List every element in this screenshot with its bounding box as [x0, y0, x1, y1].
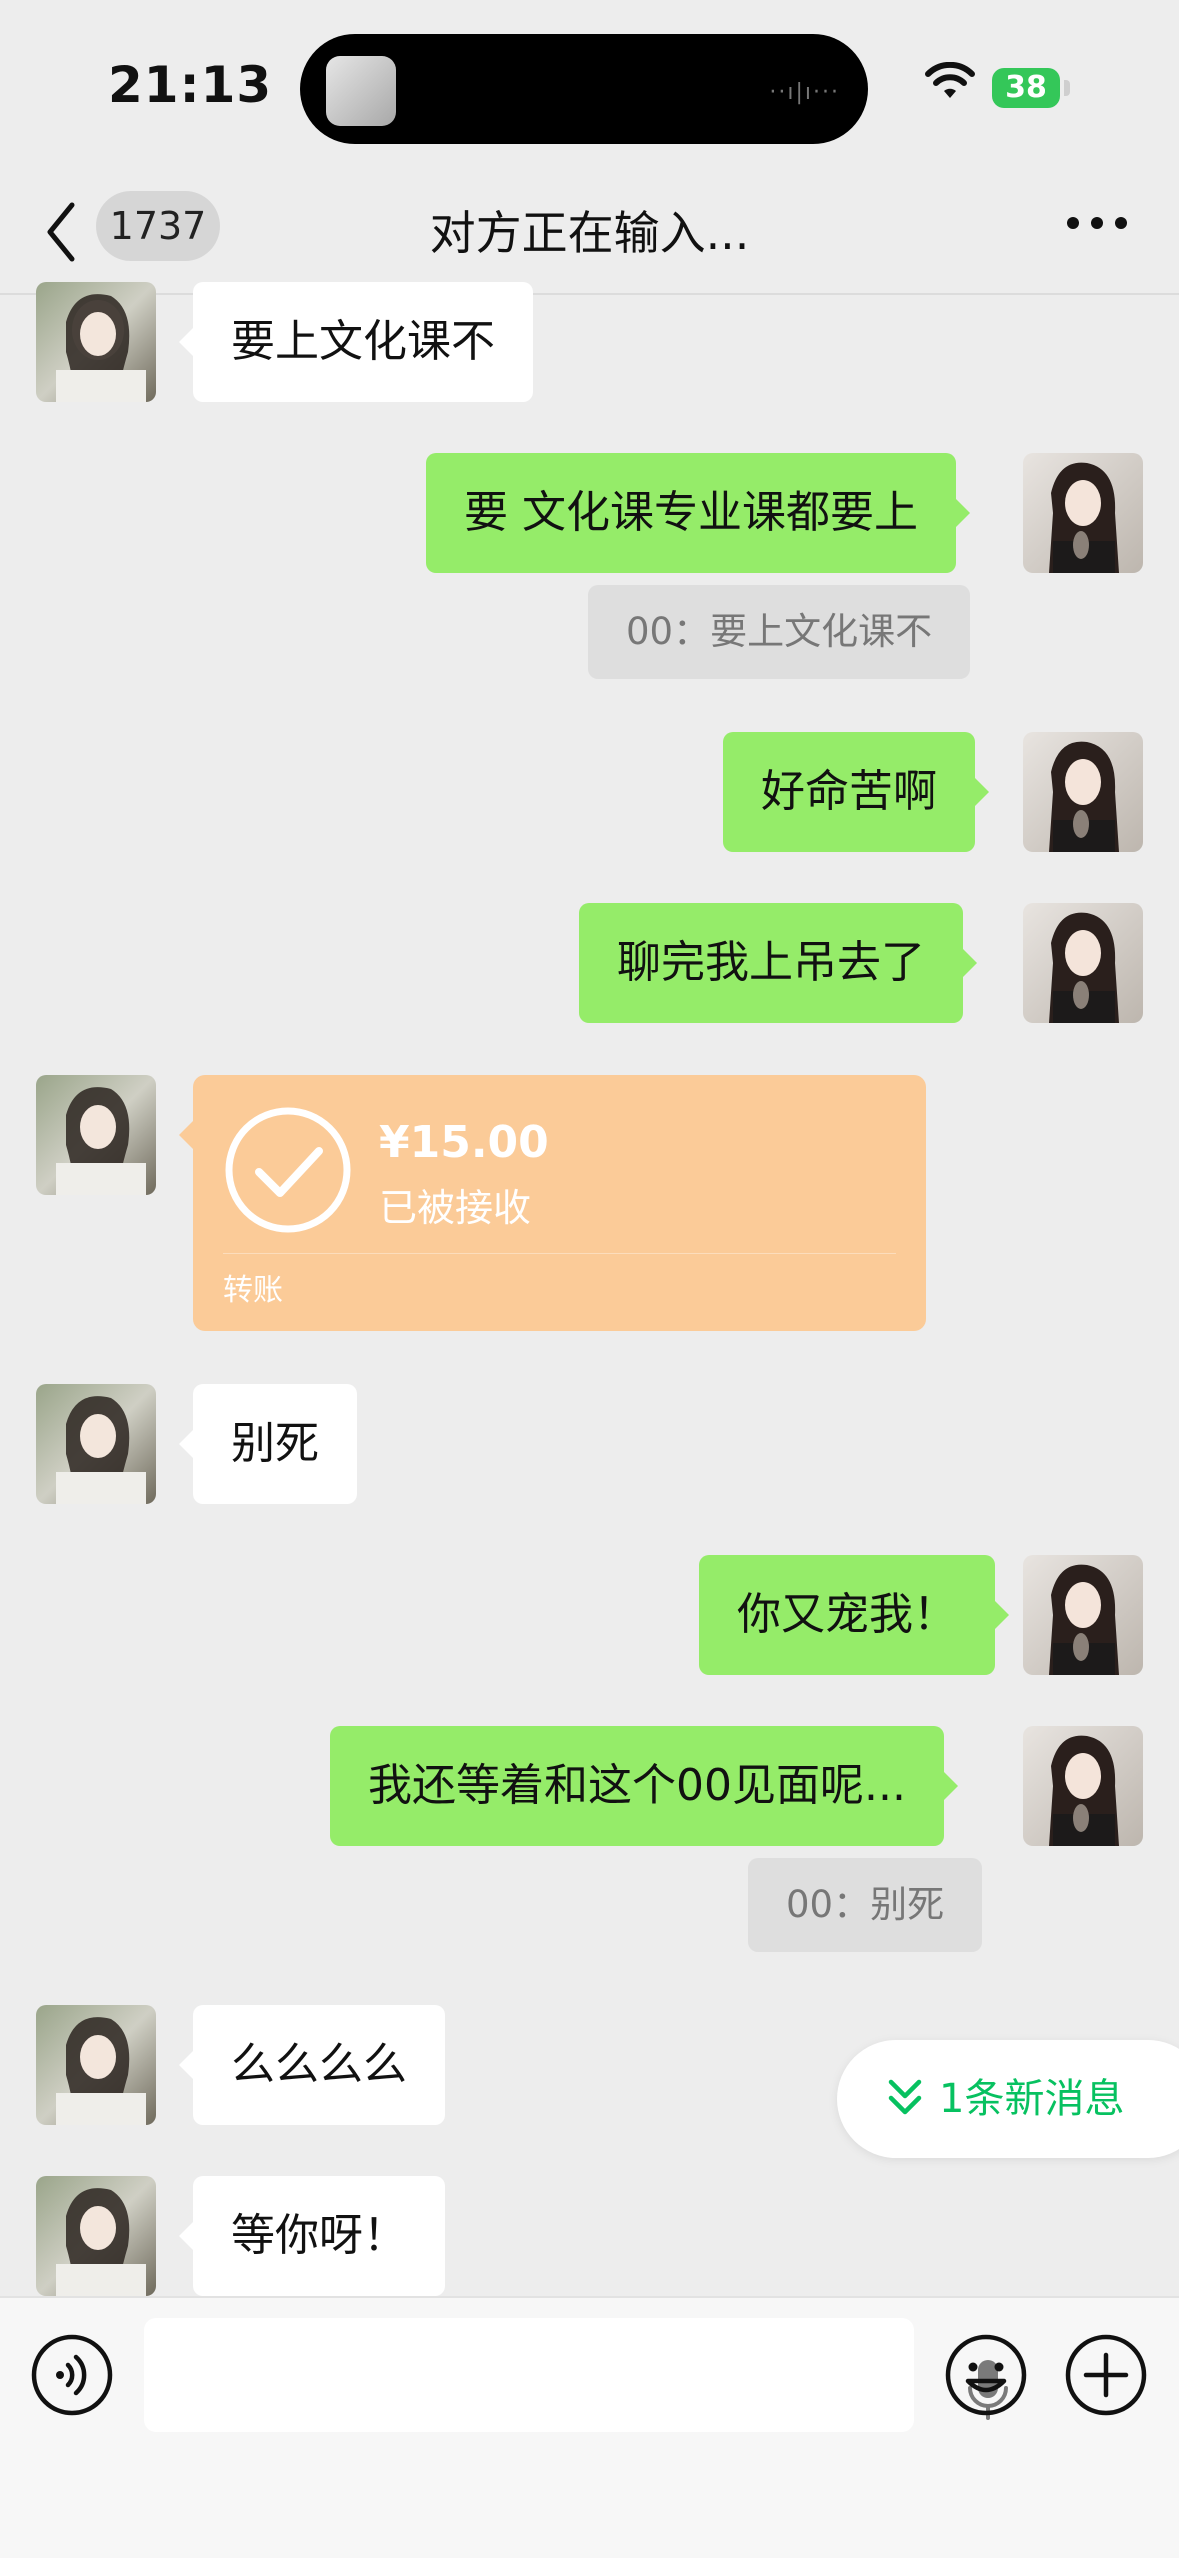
- voice-mode-icon[interactable]: [30, 2333, 114, 2417]
- transfer-divider: [223, 1253, 896, 1254]
- message-bubble-received[interactable]: 别死: [179, 1384, 357, 1504]
- transfer-label: 转账: [223, 1273, 283, 1308]
- live-activity-thumbnail: [326, 56, 396, 126]
- back-chevron-icon[interactable]: [40, 197, 80, 267]
- chat-header: 对方正在输入... 1737: [0, 175, 1179, 295]
- battery-level: 38: [1005, 70, 1047, 105]
- double-chevron-down-icon: [888, 2079, 922, 2115]
- message-bubble-received[interactable]: 要上文化课不: [179, 282, 533, 402]
- my-avatar[interactable]: [1023, 1726, 1143, 1846]
- transfer-amount: ¥15.00: [379, 1117, 549, 1168]
- plus-icon[interactable]: [1064, 2333, 1148, 2417]
- message-bubble-sent[interactable]: 你又宠我！: [699, 1555, 1009, 1675]
- battery-tip: [1064, 80, 1070, 96]
- transfer-status: 已被接收: [379, 1186, 532, 1230]
- input-bar: [0, 2296, 1179, 2558]
- message-input[interactable]: [144, 2318, 1008, 2432]
- battery-indicator: 38: [992, 68, 1060, 108]
- my-avatar[interactable]: [1023, 1555, 1143, 1675]
- contact-avatar[interactable]: [36, 282, 156, 402]
- check-circle-icon: [225, 1107, 351, 1233]
- quoted-reply[interactable]: 00：别死: [748, 1858, 983, 1952]
- message-bubble-sent[interactable]: 我还等着和这个00见面呢...: [330, 1726, 958, 1846]
- quoted-reply[interactable]: 00：要上文化课不: [588, 585, 971, 679]
- contact-avatar[interactable]: [36, 1075, 156, 1195]
- transfer-card[interactable]: ¥15.00 已被接收 转账: [179, 1075, 926, 1331]
- my-avatar[interactable]: [1023, 453, 1143, 573]
- new-message-button[interactable]: 1条新消息: [837, 2040, 1179, 2158]
- message-bubble-sent[interactable]: 聊完我上吊去了: [579, 903, 977, 1023]
- message-bubble-received[interactable]: 么么么么: [179, 2005, 445, 2125]
- emoji-icon[interactable]: [944, 2333, 1028, 2417]
- status-time: 21:13: [108, 56, 273, 114]
- new-message-label: 1条新消息: [939, 2076, 1125, 2122]
- message-bubble-received[interactable]: 等你呀！: [179, 2176, 445, 2296]
- wifi-icon: [925, 62, 975, 98]
- message-bubble-sent[interactable]: 好命苦啊: [723, 732, 989, 852]
- my-avatar[interactable]: [1023, 903, 1143, 1023]
- my-avatar[interactable]: [1023, 732, 1143, 852]
- audio-wave-icon: ··ı|ı···: [769, 80, 840, 105]
- contact-avatar[interactable]: [36, 2005, 156, 2125]
- status-bar: 21:13 ··ı|ı··· 38: [0, 0, 1179, 175]
- dynamic-island: ··ı|ı···: [300, 34, 868, 144]
- message-bubble-sent[interactable]: 要 文化课专业课都要上: [426, 453, 970, 573]
- contact-avatar[interactable]: [36, 1384, 156, 1504]
- contact-avatar[interactable]: [36, 2176, 156, 2296]
- more-dots-icon[interactable]: [1065, 213, 1129, 233]
- unread-count-badge[interactable]: 1737: [96, 191, 220, 261]
